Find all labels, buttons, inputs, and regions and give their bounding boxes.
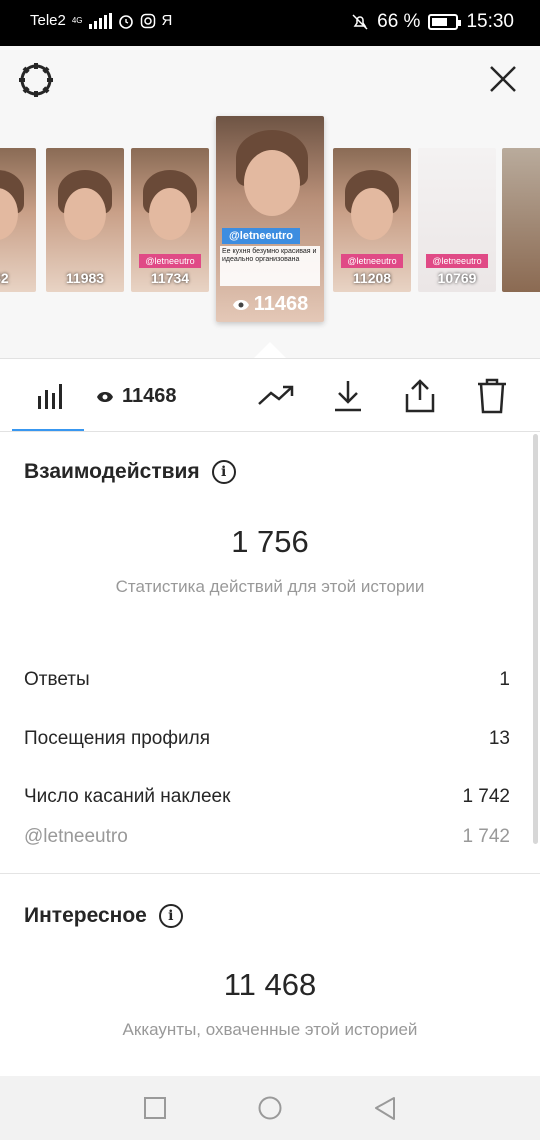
story-view-count: 11734 — [150, 270, 190, 286]
stat-value: 13 — [488, 728, 510, 749]
story-thumbnail[interactable]: 11983 — [46, 148, 124, 292]
tab-viewers[interactable]: 11468 — [96, 385, 177, 408]
alarm-icon — [118, 14, 133, 29]
stat-value: 1 — [499, 669, 510, 690]
download-button[interactable] — [328, 377, 368, 415]
system-nav-bar — [0, 1076, 540, 1140]
gear-icon[interactable] — [16, 60, 56, 100]
delete-button[interactable] — [472, 377, 512, 415]
discovery-heading: Интересное i — [24, 904, 183, 928]
mention-sticker: @letneeutro — [341, 254, 403, 268]
story-thumbnail[interactable]: @letneeutro 11208 — [333, 148, 411, 292]
download-icon — [335, 381, 361, 412]
stat-row-sticker-taps: Число касаний наклеек 1 742 — [24, 786, 510, 808]
story-view-count: 11983 — [65, 270, 105, 286]
story-thumbnail[interactable]: @letneeutro 11734 — [131, 148, 209, 292]
info-icon[interactable]: i — [158, 904, 183, 928]
status-right: 66 % 15:30 — [351, 11, 514, 33]
eye-icon — [97, 391, 113, 402]
bar-chart-icon — [38, 384, 62, 409]
story-view-count: 11208 — [352, 270, 392, 286]
home-icon[interactable] — [257, 1096, 283, 1122]
battery-percent: 66 % — [377, 11, 421, 32]
views-count: 11468 — [122, 385, 177, 407]
stat-row-mention: @letneeutro 1 742 — [24, 826, 510, 848]
interactions-title: Взаимодействия — [24, 460, 200, 483]
info-icon[interactable]: i — [211, 460, 236, 484]
battery-icon — [428, 14, 462, 30]
mute-icon — [352, 14, 368, 30]
section-divider — [0, 873, 540, 874]
stat-value: 1 742 — [462, 786, 510, 807]
scrollbar[interactable] — [533, 434, 538, 844]
discovery-total: 11 468 — [223, 967, 317, 1002]
tab-insights[interactable] — [30, 377, 70, 415]
story-thumbnail-selected[interactable]: @letneeutro Ее кухня безумно красивая и … — [216, 116, 324, 322]
clock: 15:30 — [466, 11, 514, 32]
active-tab-indicator — [12, 429, 84, 431]
stat-label: Число касаний наклеек — [24, 786, 231, 807]
story-view-count: 932 — [0, 270, 9, 286]
back-icon[interactable] — [373, 1096, 397, 1122]
mention-sticker: @letneeutro — [426, 254, 488, 268]
yandex-icon: Я — [161, 12, 173, 29]
status-bar: Tele2 4G Я 66 % 15:30 — [0, 0, 540, 46]
mention-sticker: @letneeutro — [222, 228, 300, 244]
interactions-total: 1 756 — [231, 524, 309, 559]
story-carousel[interactable]: 932 11983 @letneeutro 11734 @letneeutro … — [0, 112, 540, 358]
stat-label: @letneeutro — [24, 826, 128, 847]
share-icon — [405, 379, 435, 413]
stat-label: Ответы — [24, 669, 90, 690]
eye-icon — [232, 299, 249, 310]
discovery-subtitle: Аккаунты, охваченные этой историей — [122, 1020, 418, 1039]
story-caption: Ее кухня безумно красивая и идеально орг… — [220, 246, 320, 286]
discovery-title: Интересное — [24, 904, 147, 927]
network-type: 4G — [71, 15, 83, 25]
carrier-label: Tele2 — [30, 12, 66, 29]
stat-label: Посещения профиля — [24, 728, 210, 749]
story-thumbnail[interactable] — [502, 148, 540, 292]
story-thumbnail[interactable]: 932 — [0, 148, 36, 292]
close-icon[interactable] — [486, 62, 520, 96]
mention-sticker: @letneeutro — [139, 254, 201, 268]
story-view-count: 11468 — [216, 293, 324, 316]
share-button[interactable] — [400, 377, 440, 415]
trash-icon — [478, 378, 506, 414]
recent-apps-icon[interactable] — [143, 1096, 167, 1120]
stat-row-replies: Ответы 1 — [24, 669, 510, 691]
stat-row-profile-visits: Посещения профиля 13 — [24, 728, 510, 750]
selected-story-pointer — [254, 342, 286, 358]
interactions-heading: Взаимодействия i — [24, 460, 236, 484]
status-left: Tele2 4G Я — [30, 12, 172, 29]
story-thumbnail[interactable]: @letneeutro 10769 — [418, 148, 496, 292]
signal-icon — [88, 12, 112, 29]
promote-button[interactable] — [256, 377, 296, 415]
story-toolbar: 11468 — [0, 358, 540, 432]
interactions-subtitle: Статистика действий для этой истории — [115, 577, 425, 596]
story-view-count: 10769 — [437, 270, 477, 286]
story-viewer-header — [0, 46, 540, 112]
stat-value: 1 742 — [462, 826, 510, 847]
trending-icon — [258, 385, 294, 405]
instagram-icon — [140, 13, 155, 28]
